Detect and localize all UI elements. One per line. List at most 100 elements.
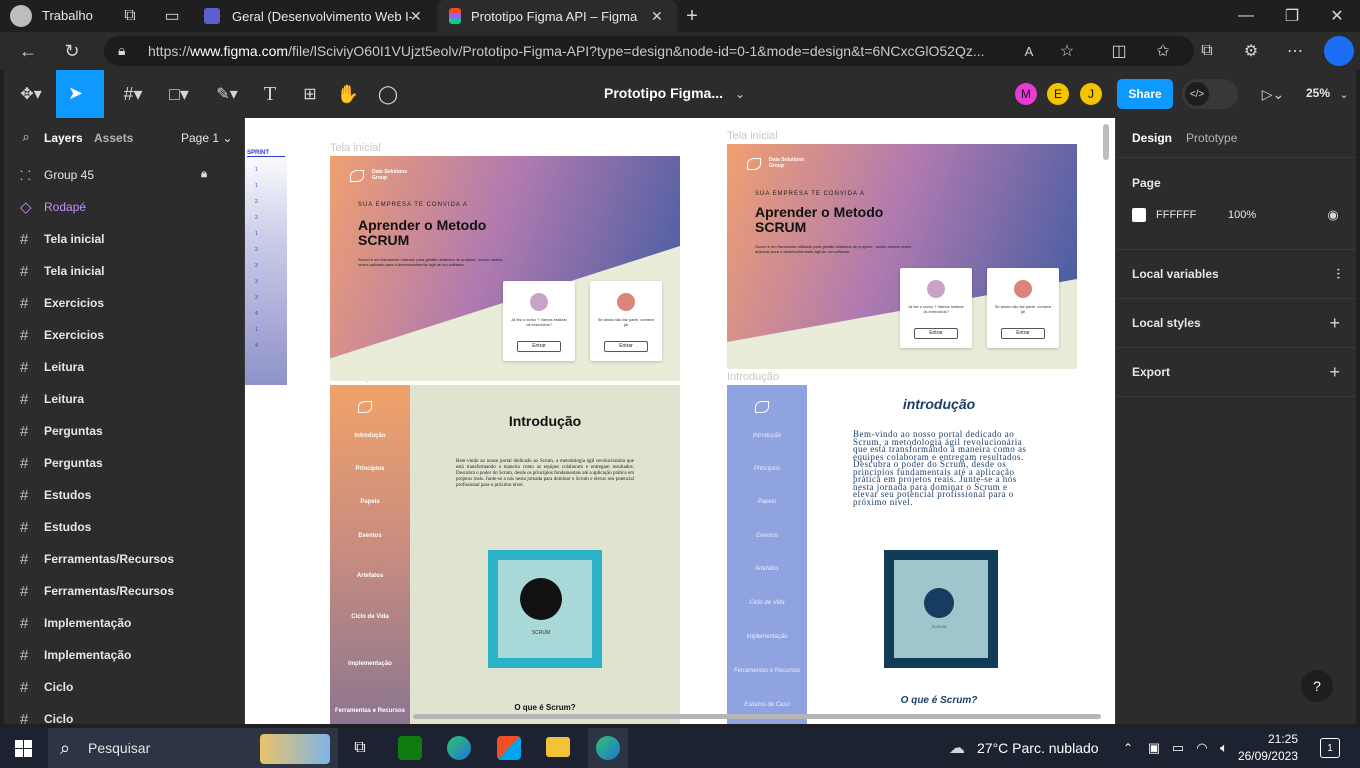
tab-prototype[interactable]: Prototype	[1186, 131, 1237, 145]
layer-frame[interactable]: # Ferramentas/Recursos	[4, 575, 244, 607]
menu-item[interactable]: Eventos	[330, 533, 410, 539]
page-selector[interactable]: Page 1 ⌄	[181, 131, 232, 145]
enter-button[interactable]: Entrar	[1001, 328, 1045, 339]
dev-mode-toggle[interactable]: </>	[1182, 79, 1238, 109]
vertical-scrollbar[interactable]	[1103, 124, 1109, 160]
move-tool-button[interactable]: ➤	[56, 70, 104, 118]
layer-frame[interactable]: # Leitura	[4, 351, 244, 383]
local-styles-row[interactable]: Local styles +	[1116, 299, 1356, 348]
menu-item[interactable]: Artefatos	[727, 566, 807, 572]
sliders-icon[interactable]: ⫶	[1337, 266, 1341, 283]
menu-item[interactable]: Implementação	[330, 661, 410, 667]
maximize-icon[interactable]: ❐	[1280, 6, 1304, 26]
xbox-app-icon[interactable]	[398, 736, 422, 760]
avatar[interactable]: J	[1080, 83, 1102, 105]
hero-card-exercises[interactable]: Já fez o curso ? Vamos realizar os exerc…	[503, 281, 575, 361]
edge-active-app[interactable]	[588, 728, 628, 768]
hand-tool-icon[interactable]: ✋	[336, 82, 360, 106]
frame-tool-icon[interactable]: #▾	[116, 82, 150, 106]
layer-frame[interactable]: # Ferramentas/Recursos	[4, 543, 244, 575]
frame-label[interactable]: Introdução	[727, 371, 779, 383]
menu-item[interactable]: Ciclo de Vida	[727, 600, 807, 606]
close-tab-icon[interactable]: ✕	[651, 8, 663, 25]
resources-icon[interactable]: ⊞	[298, 82, 322, 106]
clock-time[interactable]: 21:25	[1244, 732, 1298, 746]
layer-frame[interactable]: # Exercicios	[4, 287, 244, 319]
horizontal-scrollbar[interactable]	[413, 714, 1101, 719]
chevron-down-icon[interactable]: ⌄	[732, 84, 748, 104]
layer-frame[interactable]: # Perguntas	[4, 415, 244, 447]
layer-frame[interactable]: # Perguntas	[4, 447, 244, 479]
layer-frame[interactable]: # Estudos	[4, 479, 244, 511]
copilot-icon[interactable]	[1324, 36, 1354, 66]
frame-label[interactable]: Tela inicial	[727, 130, 778, 142]
zoom-chevron-icon[interactable]: ⌄	[1338, 84, 1350, 104]
layer-frame[interactable]: # Leitura	[4, 383, 244, 415]
sprint-board[interactable]: SPRINT 1 1 2 2 1 2 3 3 3 4 1 4	[245, 148, 287, 385]
favorite-star-icon[interactable]: ☆	[1056, 40, 1078, 62]
menu-item[interactable]: Princípios	[727, 466, 807, 472]
comment-tool-icon[interactable]: ◯	[376, 82, 400, 106]
present-play-icon[interactable]: ▷⌄	[1258, 82, 1288, 106]
menu-item[interactable]: Papeis	[727, 499, 807, 505]
zoom-level[interactable]: 25%	[1306, 86, 1330, 100]
volume-icon[interactable]: 🔈︎	[1216, 738, 1232, 758]
menu-item[interactable]: Princípios	[330, 466, 410, 472]
wifi-icon[interactable]: ◠	[1194, 738, 1210, 758]
text-tool-icon[interactable]: T	[258, 82, 282, 106]
layer-frame[interactable]: # Estudos	[4, 511, 244, 543]
layer-frame[interactable]: # Implementação	[4, 639, 244, 671]
close-window-icon[interactable]: ✕	[1325, 6, 1349, 26]
menu-item[interactable]: Introdução	[727, 433, 807, 439]
design-canvas[interactable]: SPRINT 1 1 2 2 1 2 3 3 3 4 1 4 Tela inic…	[245, 118, 1115, 724]
frame-introducao-2[interactable]: Introdução Princípios Papeis Eventos Art…	[727, 385, 1077, 724]
add-icon[interactable]: +	[1329, 362, 1340, 383]
split-screen-icon[interactable]: ◫	[1108, 40, 1130, 62]
tab-assets[interactable]: Assets	[94, 131, 133, 145]
avatar[interactable]: M	[1015, 83, 1037, 105]
layer-rodape[interactable]: ◇ Rodapé	[4, 191, 244, 223]
more-menu-icon[interactable]: ⋯	[1284, 40, 1306, 62]
layer-frame[interactable]: # Exercicios	[4, 319, 244, 351]
store-app-icon[interactable]	[497, 736, 521, 760]
frame-tela-inicial-2[interactable]: Data Solutions Group SUA EMPRESA TE CONV…	[727, 144, 1077, 369]
menu-item[interactable]: Ferramentas e Recursos	[727, 668, 807, 674]
share-button[interactable]: Share	[1117, 79, 1173, 109]
menu-item[interactable]: Implementação	[727, 634, 807, 640]
avatar[interactable]: E	[1047, 83, 1069, 105]
device-icon[interactable]: ▣	[1146, 738, 1162, 758]
favorites-icon[interactable]: ✩	[1152, 40, 1174, 62]
page-color-swatch[interactable]	[1132, 208, 1146, 222]
refresh-icon[interactable]: ↻	[60, 40, 84, 62]
edge-app-icon[interactable]	[447, 736, 471, 760]
extensions-icon[interactable]: ⚙	[1240, 40, 1262, 62]
main-menu-icon[interactable]: ✥▾	[14, 82, 48, 106]
file-explorer-icon[interactable]	[546, 737, 570, 757]
close-tab-icon[interactable]: ✕	[410, 8, 422, 25]
layer-group-45[interactable]: ⸬ Group 45 🔒︎	[4, 159, 244, 191]
back-icon[interactable]: ←	[16, 40, 40, 62]
layer-frame[interactable]: # Implementação	[4, 607, 244, 639]
lock-icon[interactable]: 🔒︎	[201, 168, 207, 181]
enter-button[interactable]: Entrar	[604, 341, 648, 352]
menu-item[interactable]: Estudos de Caso	[727, 702, 807, 708]
help-button[interactable]: ?	[1301, 670, 1333, 702]
tab-layers[interactable]: Layers	[44, 131, 83, 145]
workspaces-icon[interactable]: ⧉	[118, 6, 142, 26]
enter-button[interactable]: Entrar	[517, 341, 561, 352]
tab-teams[interactable]: Geral (Desenvolvimento Web I-A ✕	[196, 0, 436, 32]
hero-card-join[interactable]: Se ainda não faz parte, comece já! Entra…	[987, 268, 1059, 348]
tab-figma[interactable]: Prototipo Figma API – Figma ✕	[437, 0, 677, 32]
menu-item[interactable]: Artefatos	[330, 573, 410, 579]
read-aloud-icon[interactable]: A	[1018, 40, 1040, 62]
task-view-icon[interactable]: ⧉	[348, 736, 372, 760]
export-row[interactable]: Export +	[1116, 348, 1356, 397]
add-icon[interactable]: +	[1329, 313, 1340, 334]
menu-item[interactable]: Introdução	[330, 433, 410, 439]
file-title[interactable]: Prototipo Figma...	[604, 85, 723, 101]
weather-text[interactable]: 27°C Parc. nublado	[977, 740, 1099, 756]
notifications-icon[interactable]: 1	[1320, 738, 1340, 758]
new-tab-icon[interactable]: +	[680, 4, 704, 28]
clock-date[interactable]: 26/09/2023	[1236, 749, 1298, 763]
menu-item[interactable]: Ciclo de Vida	[330, 614, 410, 620]
